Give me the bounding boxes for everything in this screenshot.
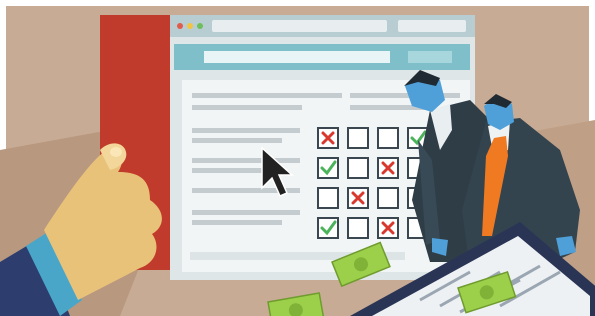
text-line	[192, 93, 342, 98]
text-line	[192, 105, 302, 110]
checkbox-empty	[347, 127, 369, 149]
checkbox-cross	[377, 157, 399, 179]
checkbox-box	[347, 127, 369, 149]
text-line	[192, 210, 300, 215]
checkbox-box	[347, 217, 369, 239]
header-button	[408, 51, 452, 63]
checkbox-box	[347, 157, 369, 179]
text-line	[192, 138, 282, 143]
white-border-top	[0, 0, 595, 6]
checkbox-box	[377, 187, 399, 209]
checkbox-cross	[377, 217, 399, 239]
window-dot-green-icon	[197, 23, 203, 29]
header-input	[204, 51, 390, 63]
checkbox-check	[317, 157, 339, 179]
illustration-canvas	[0, 0, 595, 316]
address-bar	[212, 20, 387, 32]
checkbox-empty	[317, 187, 339, 209]
checkbox-cross	[317, 127, 339, 149]
checkbox-box	[377, 127, 399, 149]
illustration-scene	[0, 0, 595, 316]
text-line	[192, 158, 300, 163]
checkbox-empty	[377, 127, 399, 149]
checkbox-box	[317, 187, 339, 209]
thumbnail	[110, 147, 122, 157]
checkbox-empty	[347, 217, 369, 239]
checkbox-empty	[377, 187, 399, 209]
text-line	[192, 128, 300, 133]
checkbox-check	[317, 217, 339, 239]
text-line	[192, 220, 282, 225]
search-bar	[398, 20, 466, 32]
window-dot-yellow-icon	[187, 23, 193, 29]
checkbox-empty	[347, 157, 369, 179]
checkbox-cross	[347, 187, 369, 209]
window-dot-red-icon	[177, 23, 183, 29]
